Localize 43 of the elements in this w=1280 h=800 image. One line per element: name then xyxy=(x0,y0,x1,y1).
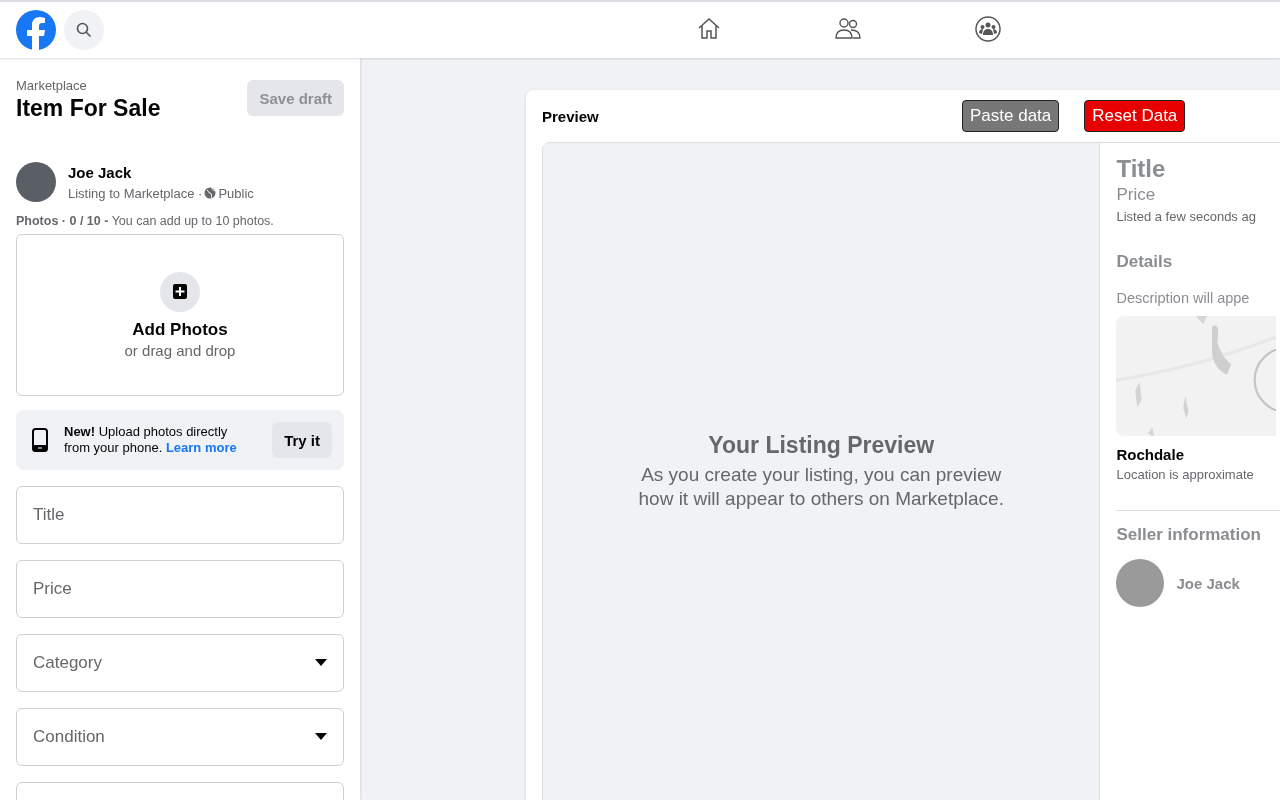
seller-name: Joe Jack xyxy=(1176,574,1240,592)
search-button[interactable] xyxy=(64,10,104,50)
caret-icon xyxy=(315,733,327,741)
phone-icon xyxy=(32,428,48,452)
seller-heading: Seller information xyxy=(1116,525,1262,545)
breadcrumb: Marketplace xyxy=(16,78,88,93)
learn-more-link[interactable]: Learn more xyxy=(165,440,237,455)
paste-button[interactable]: Paste data xyxy=(962,100,1060,132)
privacy-text: Public xyxy=(218,185,254,201)
dropdown-field[interactable]: Category xyxy=(16,634,344,692)
preview-heading: Preview xyxy=(542,107,600,125)
details-heading: Details xyxy=(1116,252,1174,272)
page-title: Item For Sale xyxy=(16,95,161,122)
promo-text: New! Upload photos directly from your phone. Learn more xyxy=(64,424,238,456)
add-photos-title: Add Photos xyxy=(132,319,228,340)
photos-hint: Photos · 0 / 10 - You can add up to 10 photos. xyxy=(16,214,275,228)
reset-button[interactable]: Reset Data xyxy=(1084,100,1186,132)
add-photo-icon xyxy=(160,271,200,312)
avatar xyxy=(16,162,56,202)
photo-drop-zone[interactable]: Add Photos or drag and drop xyxy=(16,234,344,396)
home-icon xyxy=(696,15,722,42)
drag-drop-hint: or drag and drop xyxy=(124,341,236,359)
description-text: Description will appe xyxy=(1116,290,1251,306)
logo-icon[interactable] xyxy=(16,10,56,50)
search-icon xyxy=(76,22,92,38)
preview-title: Your Listing Preview xyxy=(708,431,935,459)
try-it-button[interactable]: Try it xyxy=(272,422,332,458)
text-field[interactable]: Price xyxy=(16,560,344,618)
preview-description: As you create your listing, you can preview how it will appear to others on Marketplace. xyxy=(637,462,1005,511)
user-name: Joe Jack xyxy=(68,163,133,181)
text-field[interactable]: Title xyxy=(16,486,344,544)
listing-title: Title xyxy=(1116,155,1167,183)
people-icon xyxy=(834,15,862,42)
location-name: Rochdale xyxy=(1116,446,1185,463)
caret-icon xyxy=(315,659,327,667)
location-note: Location is approximate xyxy=(1116,467,1255,482)
group-icon xyxy=(974,14,1002,43)
seller-avatar xyxy=(1116,559,1165,607)
listing-price: Price xyxy=(1116,185,1157,205)
dropdown-field[interactable]: Condition xyxy=(16,708,344,766)
audience-text: Listing to Marketplace · xyxy=(68,185,203,201)
globe-icon xyxy=(204,187,217,199)
listed-time: Listed a few seconds ag xyxy=(1116,209,1257,224)
